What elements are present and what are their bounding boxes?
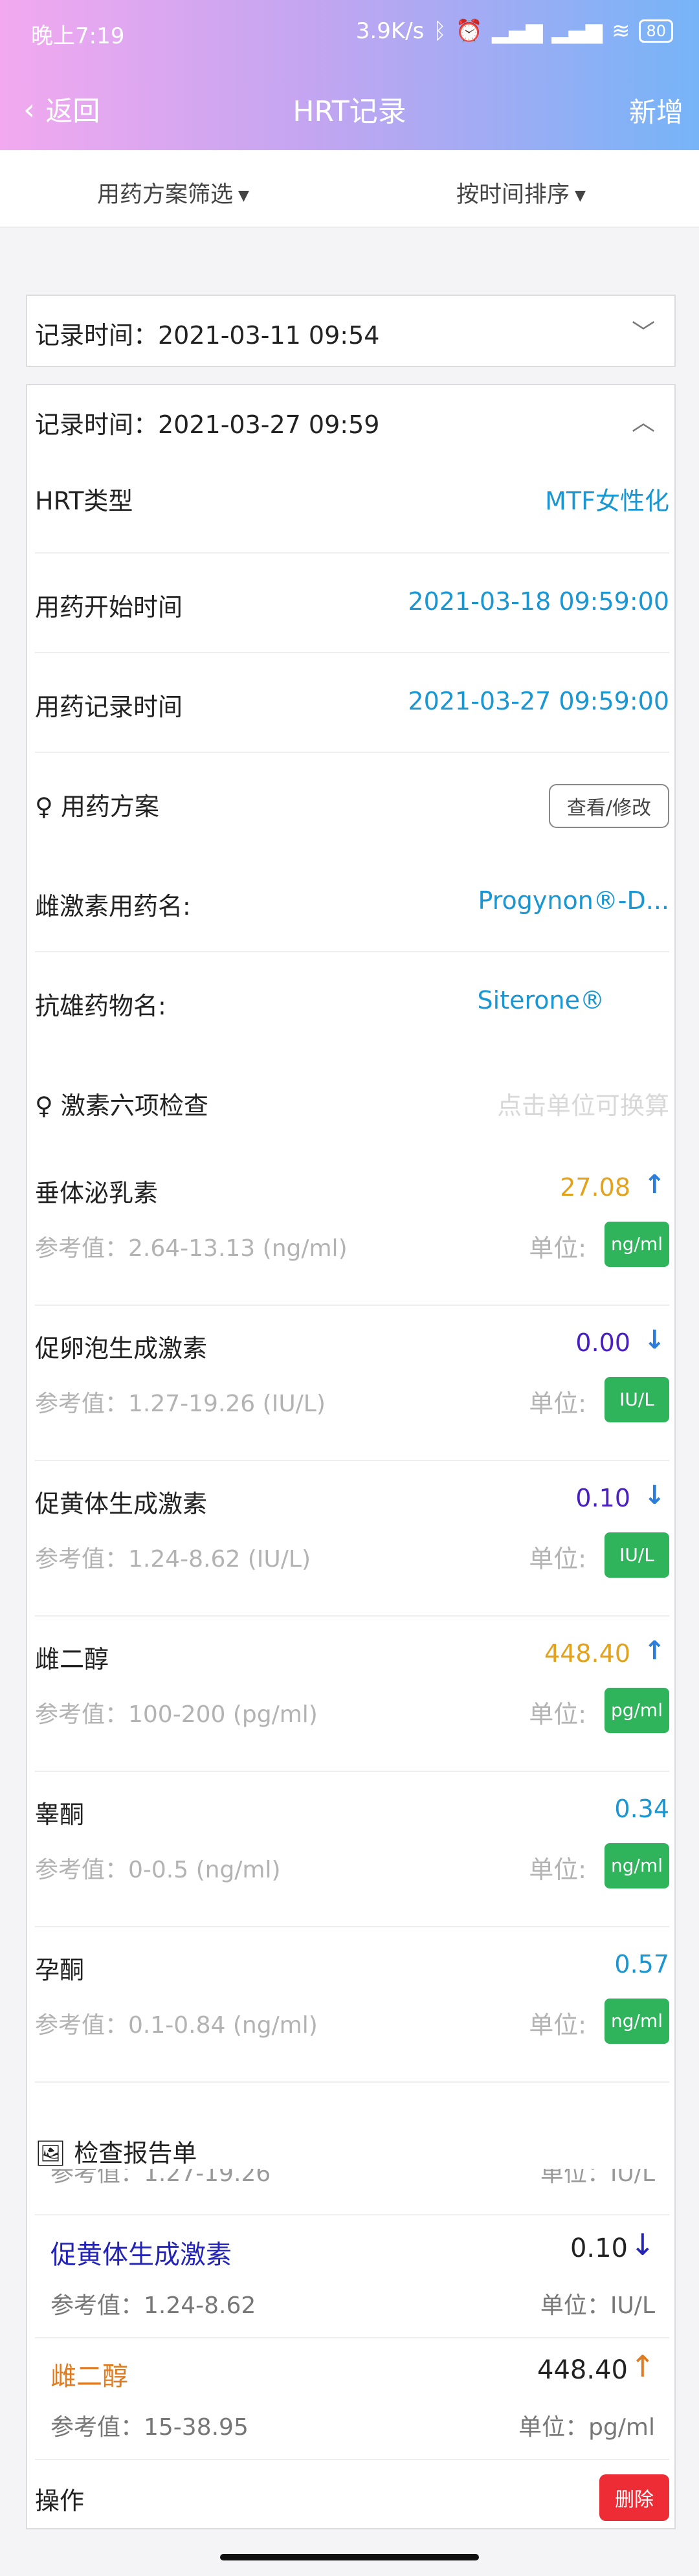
unit-button[interactable]: IU/L	[605, 1532, 669, 1578]
estrogen-row: 雌激素用药名: Progynon®-D...	[35, 853, 669, 952]
lab-name: 睾酮	[35, 1800, 85, 1829]
labs-header-row: ♀ 激素六项检查 点击单位可换算	[35, 1052, 669, 1149]
record-time-row: 用药记录时间 2021-03-27 09:59:00	[35, 653, 669, 753]
network-speed: 3.9K/s	[355, 18, 425, 44]
lab-value: 0.00	[575, 1328, 630, 1357]
trend-arrow-icon: ↓	[643, 1481, 665, 1510]
chevron-up-icon[interactable]: ︿	[632, 403, 655, 437]
time-sort-dropdown[interactable]: 按时间排序 ▼	[456, 176, 586, 209]
lab-reference: 参考值：1.27-19.26 (IU/L)	[35, 1391, 326, 1417]
page-title: HRT记录	[293, 95, 406, 128]
unit-label: 单位:	[529, 2011, 586, 2039]
lab-value: 0.57	[614, 1950, 669, 1978]
lab-name: 垂体泌乳素	[35, 1179, 159, 1207]
arrow-up-icon: ↑	[630, 2349, 655, 2384]
add-button[interactable]: 新增	[629, 91, 683, 130]
plan-filter-dropdown[interactable]: 用药方案筛选 ▼	[97, 176, 249, 209]
battery-indicator: 80	[639, 19, 673, 43]
unit-label: 单位:	[529, 1389, 586, 1418]
hrt-type-row: HRT类型 MTF女性化	[35, 455, 669, 554]
lab-name: 雌二醇	[35, 1645, 109, 1674]
lab-row: 促黄体生成激素 0.10 ↓ 参考值：1.24-8.62 (IU/L) 单位: IU/L	[35, 1461, 669, 1617]
lab-name: 促卵泡生成激素	[35, 1334, 208, 1363]
filter-bar: 用药方案筛选 ▼ 按时间排序 ▼	[0, 150, 699, 228]
record-card-collapsed[interactable]: 记录时间：2021-03-11 09:54 ﹀	[26, 295, 676, 367]
lab-row: 雌二醇 448.40 ↑ 参考值：100-200 (pg/ml) 单位: pg/ml	[35, 1617, 669, 1772]
lab-value: 448.40	[544, 1639, 630, 1668]
signal-icon: ▂▄▆	[492, 18, 543, 44]
antiandrogen-value: Siterone®	[477, 986, 605, 1014]
lab-row: 垂体泌乳素 27.08 ↑ 参考值：2.64-13.13 (ng/ml) 单位: ng/m…	[35, 1150, 669, 1306]
delete-button[interactable]: 删除	[599, 2474, 669, 2521]
image-icon: 🖼	[35, 2139, 74, 2167]
trend-arrow-icon: ↑	[643, 1170, 665, 1200]
unit-button[interactable]: ng/ml	[604, 1999, 669, 2044]
record-card-expanded: 记录时间：2021-03-27 09:59 ︿ HRT类型 MTF女性化 用药开…	[26, 384, 676, 2529]
app-header: 晚上7:19 3.9K/s ᛒ ⏰ ▂▄▆ ▂▄▆ ≋ 80 ‹ 返回 HRT记…	[0, 0, 699, 150]
start-time-value[interactable]: 2021-03-18 09:59:00	[408, 587, 669, 616]
bluetooth-icon: ᛒ	[433, 18, 447, 44]
unit-label: 单位:	[529, 1700, 586, 1729]
caret-down-icon: ▼	[575, 187, 586, 204]
unit-button[interactable]: ng/ml	[604, 1222, 669, 1267]
caret-down-icon: ▼	[238, 187, 249, 204]
wifi-icon: ≋	[611, 18, 630, 44]
view-edit-button[interactable]: 查看/修改	[548, 784, 669, 828]
unit-label: 单位:	[529, 1545, 586, 1573]
hrt-type-value: MTF女性化	[545, 487, 669, 515]
record-time: 记录时间：2021-03-27 09:59	[35, 410, 380, 439]
unit-button[interactable]: ng/ml	[604, 1843, 669, 1888]
lab-reference: 参考值：0.1-0.84 (ng/ml)	[35, 2012, 318, 2039]
lab-value: 0.34	[614, 1795, 669, 1823]
report-row: 促黄体生成激素 0.10 ↓ 参考值：1.24-8.62 单位：IU/L	[35, 2214, 669, 2338]
navigation-bar: ‹ 返回 HRT记录 新增	[0, 83, 699, 135]
lab-value: 27.08	[560, 1173, 630, 1202]
lab-name: 促黄体生成激素	[35, 1490, 208, 1518]
start-time-row: 用药开始时间 2021-03-18 09:59:00	[35, 554, 669, 653]
lab-reference: 参考值：2.64-13.13 (ng/ml)	[35, 1235, 348, 1262]
alarm-icon: ⏰	[455, 18, 483, 44]
plan-section-row: ♀ 用药方案 查看/修改	[35, 753, 669, 851]
unit-label: 单位:	[529, 1234, 586, 1262]
record-time-value[interactable]: 2021-03-27 09:59:00	[408, 687, 669, 715]
report-row: 雌二醇 448.40 ↑ 参考值：15-38.95 单位：pg/ml	[35, 2337, 669, 2460]
estrogen-value: Progynon®-D...	[478, 886, 669, 915]
unit-label: 单位:	[529, 1855, 586, 1884]
lab-reference: 参考值：0-0.5 (ng/ml)	[35, 1857, 281, 1883]
lab-row: 睾酮 0.34 参考值：0-0.5 (ng/ml) 单位: ng/ml	[35, 1772, 669, 1927]
trend-arrow-icon: ↓	[643, 1325, 665, 1355]
arrow-down-icon: ↓	[630, 2227, 655, 2262]
antiandrogen-row: 抗雄药物名: Siterone®	[35, 986, 605, 1020]
lab-value: 0.10	[575, 1484, 630, 1512]
lab-reference: 参考值：1.24-8.62 (IU/L)	[35, 1546, 311, 1573]
record-time: 记录时间：2021-03-11 09:54	[35, 321, 380, 350]
signal-icon: ▂▄▆	[551, 18, 603, 44]
unit-button[interactable]: pg/ml	[604, 1688, 669, 1733]
conversion-hint: 点击单位可换算	[496, 1092, 669, 1120]
lab-row: 促卵泡生成激素 0.00 ↓ 参考值：1.27-19.26 (IU/L) 单位: IU/L	[35, 1306, 669, 1461]
status-bar: 晚上7:19 3.9K/s ᛒ ⏰ ▂▄▆ ▂▄▆ ≋ 80	[0, 16, 699, 49]
unit-button[interactable]: IU/L	[605, 1377, 669, 1422]
operation-row: 操作 删除	[35, 2460, 669, 2531]
trend-arrow-icon: ↑	[643, 1636, 665, 1666]
lab-row: 孕酮 0.57 参考值：0.1-0.84 (ng/ml) 单位: ng/ml	[35, 1927, 669, 2083]
female-icon: ♀	[35, 1092, 61, 1120]
status-time: 晚上7:19	[31, 23, 125, 49]
lab-reference: 参考值：100-200 (pg/ml)	[35, 1701, 318, 1728]
report-row-partial: 参考值：1.27-19.26 单位：IU/L	[50, 2169, 655, 2187]
chevron-down-icon[interactable]: ﹀	[632, 314, 655, 348]
lab-name: 孕酮	[35, 1956, 85, 1984]
home-indicator	[220, 2554, 479, 2560]
female-icon: ♀	[35, 792, 61, 821]
